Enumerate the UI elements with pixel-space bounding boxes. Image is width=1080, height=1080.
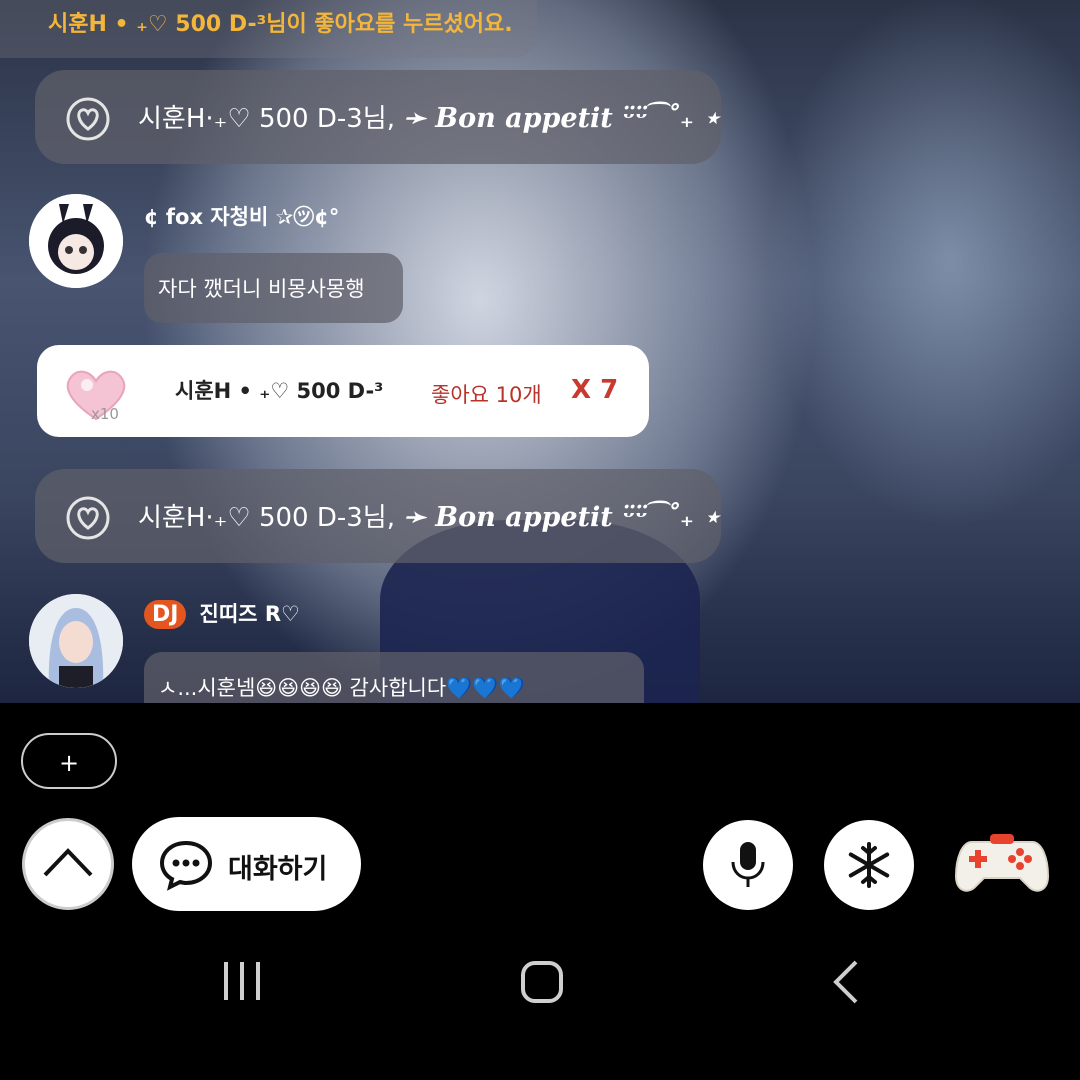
nickname: 진띠즈 R♡ [199, 602, 300, 626]
chat-text: ㅅ...시훈넴😆😆😆😆 감사합니다💙💙💙 [158, 676, 525, 700]
heart-badge-icon [66, 97, 110, 141]
system-message-sender: 시훈H·₊♡ 500 D-3님, [138, 104, 395, 134]
like-notice: 시훈H • ₊♡ 500 D-³님이 좋아요를 누르셨어요. [0, 0, 537, 58]
microphone-icon [731, 842, 765, 887]
avatar[interactable] [29, 194, 123, 288]
nickname-row: DJ 진띠즈 R♡ [144, 598, 300, 629]
nav-recent-apps[interactable] [220, 960, 264, 1008]
system-message: 시훈H·₊♡ 500 D-3님, ➛ Bon appetit ᵕ̈ᵕ̈ ͡ ˚₊… [35, 469, 721, 563]
gamepad-icon [954, 834, 1050, 892]
system-message-sender: 시훈H·₊♡ 500 D-3님, [138, 503, 395, 533]
microphone-button[interactable] [703, 820, 793, 910]
like-notice-text: 시훈H • ₊♡ 500 D-³님이 좋아요를 누르셨어요. [48, 12, 513, 37]
chat-bubble: 자다 깼더니 비몽사몽행 [144, 253, 403, 323]
dj-avatar-icon [29, 594, 123, 688]
gift-multiplier: X 7 [571, 375, 619, 405]
snowflake-icon [848, 842, 890, 888]
gift-sender: 시훈H • ₊♡ 500 D-³ [175, 379, 384, 403]
gift-icon-badge: x10 [91, 405, 119, 423]
system-message-text: 시훈H·₊♡ 500 D-3님, ➛ Bon appetit ᵕ̈ᵕ̈ ͡ ˚₊… [138, 98, 720, 135]
system-message-text: 시훈H·₊♡ 500 D-3님, ➛ Bon appetit ᵕ̈ᵕ̈ ͡ ˚₊… [138, 497, 720, 534]
system-message-body: ➛ Bon appetit ᵕ̈ᵕ̈ ͡ ˚₊ ⋆ [403, 502, 721, 533]
dj-badge: DJ [144, 600, 187, 629]
home-icon [521, 961, 563, 1003]
chat-text: 자다 깼더니 비몽사몽행 [158, 277, 365, 301]
back-icon [833, 960, 858, 1004]
speech-bubble-icon [159, 840, 213, 891]
nickname: ¢ fox 자청비 ✰㋡¢° [144, 205, 340, 229]
bunny-avatar-icon [29, 194, 123, 288]
gift-banner: x10 시훈H • ₊♡ 500 D-³ 좋아요 10개 X 7 [37, 345, 649, 437]
freeze-button[interactable] [824, 820, 914, 910]
chevron-up-icon [43, 848, 93, 877]
avatar[interactable] [29, 594, 123, 688]
gift-count: 좋아요 10개 [431, 383, 542, 407]
expand-button[interactable] [22, 818, 114, 910]
nav-back[interactable] [828, 960, 864, 1008]
recent-apps-icon [224, 962, 260, 1000]
chat-button[interactable]: 대화하기 [132, 817, 361, 911]
add-button[interactable]: + [21, 733, 117, 789]
system-message-body: ➛ Bon appetit ᵕ̈ᵕ̈ ͡ ˚₊ ⋆ [403, 103, 721, 134]
nav-home[interactable] [520, 960, 564, 1008]
system-message: 시훈H·₊♡ 500 D-3님, ➛ Bon appetit ᵕ̈ᵕ̈ ͡ ˚₊… [35, 70, 721, 164]
game-button[interactable] [952, 828, 1052, 902]
heart-badge-icon [66, 496, 110, 540]
chat-button-label: 대화하기 [228, 854, 328, 885]
